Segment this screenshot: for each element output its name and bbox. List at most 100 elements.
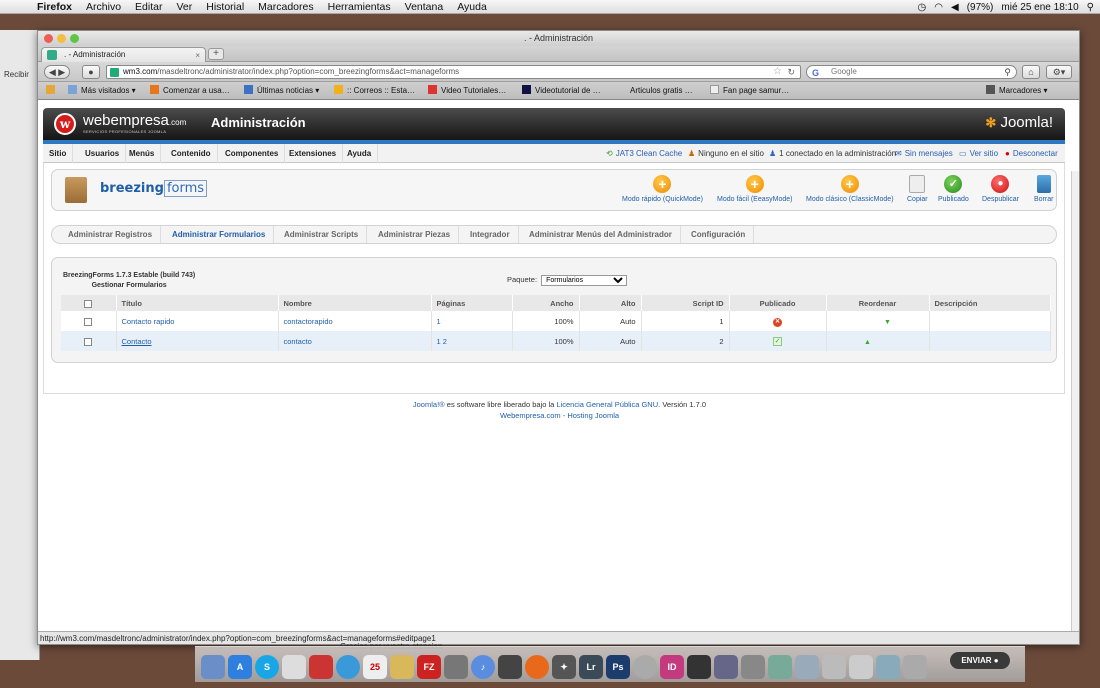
move-up-icon[interactable]: ▲: [864, 339, 871, 346]
publish-button[interactable]: ✓ Publicado: [938, 175, 969, 203]
menu-herramientas[interactable]: Herramientas: [321, 1, 398, 13]
col-publicado[interactable]: Publicado: [729, 295, 827, 311]
indesign-icon[interactable]: ID: [660, 655, 684, 679]
reload-icon[interactable]: ↻: [787, 66, 795, 78]
bookmark-mas-visitados[interactable]: Más visitados ▾: [68, 85, 136, 97]
home-button[interactable]: ⌂: [1022, 65, 1040, 79]
finder-icon[interactable]: [201, 655, 225, 679]
firefox-icon[interactable]: [525, 655, 549, 679]
imovie-icon[interactable]: ✦: [552, 655, 576, 679]
menu-ventana[interactable]: Ventana: [398, 1, 451, 13]
zoom-window-icon[interactable]: [70, 34, 79, 43]
search-icon[interactable]: ⚲: [1004, 66, 1011, 78]
col-reordenar[interactable]: Reordenar: [826, 295, 930, 311]
bookmark-correos[interactable]: :: Correos :: Esta…: [334, 85, 415, 97]
background-window[interactable]: Recibir: [0, 30, 40, 660]
menu-usuarios[interactable]: Usuarios: [79, 144, 127, 163]
page-link[interactable]: 1 2: [437, 337, 447, 346]
unpublished-icon[interactable]: ✕: [773, 317, 782, 327]
tab-administrar-registros[interactable]: Administrar Registros: [60, 226, 162, 243]
col-paginas[interactable]: Páginas: [431, 295, 513, 311]
menu-archivo[interactable]: Archivo: [79, 1, 128, 13]
easymode-button[interactable]: + Modo fácil (EeasyMode): [717, 175, 792, 203]
lightroom-icon[interactable]: Lr: [579, 655, 603, 679]
tab-administrar-piezas[interactable]: Administrar Piezas: [370, 226, 460, 243]
copy-button[interactable]: Copiar: [907, 175, 928, 203]
menu-menus[interactable]: Menús: [123, 144, 162, 163]
tab-administrar-scripts[interactable]: Administrar Scripts: [276, 226, 368, 243]
stop-button[interactable]: ●: [82, 65, 100, 79]
app-icon[interactable]: [741, 655, 765, 679]
delete-button[interactable]: Borrar: [1034, 175, 1053, 203]
col-descripcion[interactable]: Descripción: [929, 295, 1051, 311]
photo-app-icon[interactable]: [444, 655, 468, 679]
logout-link[interactable]: ● Desconectar: [1005, 144, 1058, 163]
menu-componentes[interactable]: Componentes: [219, 144, 286, 163]
addon-button[interactable]: ⚙▾: [1046, 65, 1072, 79]
clock[interactable]: mié 25 ene 18:10: [1001, 2, 1078, 13]
menu-extensiones[interactable]: Extensiones: [283, 144, 344, 163]
menu-ayuda-admin[interactable]: Ayuda: [341, 144, 379, 163]
bookmark-articulos[interactable]: Articulos gratis …: [630, 85, 693, 97]
app-icon[interactable]: [768, 655, 792, 679]
row-checkbox[interactable]: [61, 331, 117, 351]
volume-icon[interactable]: ◀: [951, 2, 959, 13]
jat3-clean-cache-link[interactable]: ⟲ JAT3 Clean Cache: [606, 144, 682, 163]
back-forward-button[interactable]: ◀ ▶: [44, 65, 70, 79]
menu-sitio[interactable]: Sitio: [43, 144, 74, 163]
view-site-link[interactable]: ▭ Ver sitio: [959, 144, 998, 163]
tab-administrar-formularios[interactable]: Administrar Formularios: [164, 226, 275, 243]
spotlight-icon[interactable]: ⚲: [1087, 2, 1094, 13]
row-checkbox[interactable]: [61, 311, 117, 331]
photoshop-icon[interactable]: Ps: [606, 655, 630, 679]
app-icon[interactable]: [795, 655, 819, 679]
menu-editar[interactable]: Editar: [128, 1, 169, 13]
col-nombre[interactable]: Nombre: [278, 295, 432, 311]
site-identity-icon[interactable]: [110, 68, 119, 77]
bookmark-comenzar[interactable]: Comenzar a usa…: [150, 85, 230, 97]
tab-close-icon[interactable]: ×: [195, 49, 200, 62]
app-icon[interactable]: [687, 655, 711, 679]
tab-administracion[interactable]: . - Administración ×: [41, 47, 206, 62]
select-all-checkbox[interactable]: [61, 295, 117, 311]
window-titlebar[interactable]: . - Administración: [38, 31, 1079, 46]
new-tab-button[interactable]: +: [208, 48, 224, 60]
col-script-id[interactable]: Script ID: [641, 295, 730, 311]
safari-icon[interactable]: [336, 655, 360, 679]
page-scrollbar[interactable]: [1071, 171, 1079, 644]
send-button[interactable]: ENVIAR ●: [950, 652, 1010, 669]
bookmark-videotutorial[interactable]: Videotutorial de …: [522, 85, 601, 97]
unpublish-button[interactable]: ● Despublicar: [982, 175, 1019, 203]
classicmode-button[interactable]: + Modo clásico (ClassicMode): [806, 175, 894, 203]
calendar-icon[interactable]: 25: [363, 655, 387, 679]
page-link[interactable]: 1: [437, 317, 441, 326]
gpl-link[interactable]: Licencia General Pública GNU.: [556, 400, 660, 409]
search-box[interactable]: G Google ⚲: [806, 65, 1017, 79]
menu-marcadores[interactable]: Marcadores: [251, 1, 320, 13]
messages-link[interactable]: ✉ Sin mensajes: [895, 144, 953, 163]
menu-ver[interactable]: Ver: [169, 1, 199, 13]
menu-ayuda[interactable]: Ayuda: [450, 1, 494, 13]
trash-dock-icon[interactable]: [903, 655, 927, 679]
chrome-icon[interactable]: [633, 655, 657, 679]
bookmarks-menu-icon[interactable]: [46, 85, 59, 97]
iphoto-icon[interactable]: [498, 655, 522, 679]
checkbox[interactable]: [84, 299, 93, 308]
battery-status[interactable]: (97%): [967, 2, 994, 13]
package-select[interactable]: Formularios: [541, 275, 628, 286]
checkbox[interactable]: [84, 337, 93, 346]
bookmark-fan-page[interactable]: Fan page samur…: [710, 85, 789, 97]
move-down-icon[interactable]: ▼: [884, 319, 891, 326]
col-ancho[interactable]: Ancho: [512, 295, 580, 311]
bookmarks-folder[interactable]: Marcadores ▾: [986, 85, 1047, 97]
folder-icon[interactable]: [822, 655, 846, 679]
folder-icon[interactable]: [849, 655, 873, 679]
skype-icon[interactable]: S: [255, 655, 279, 679]
quickmode-button[interactable]: + Modo rápido (QuickMode): [622, 175, 703, 203]
tab-integrador[interactable]: Integrador: [462, 226, 519, 243]
menu-app[interactable]: Firefox: [30, 1, 79, 13]
bookmark-star-icon[interactable]: ☆: [773, 66, 782, 78]
app-icon[interactable]: [714, 655, 738, 679]
form-title-link[interactable]: Contacto rapido: [122, 317, 175, 326]
form-name-link[interactable]: contactorapido: [284, 317, 333, 326]
